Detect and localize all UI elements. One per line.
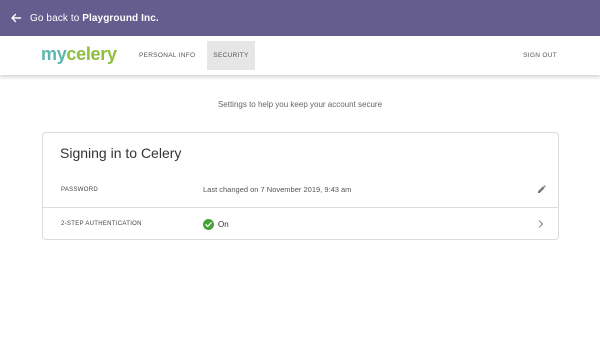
top-bar: Go back to Playground Inc. <box>0 0 600 36</box>
arrow-left-icon[interactable] <box>10 12 22 24</box>
pencil-icon[interactable] <box>536 185 546 195</box>
two-step-auth-status-text: On <box>218 219 229 229</box>
check-circle-icon <box>203 218 214 230</box>
page-subtitle: Settings to help you keep your account s… <box>217 100 383 109</box>
chevron-right-icon[interactable] <box>536 219 546 229</box>
back-link-prefix: Go back to <box>30 12 83 24</box>
card-title: Signing in to Celery <box>60 145 182 161</box>
logo-celery: celery <box>66 44 117 64</box>
mycelery-logo[interactable]: mycelery <box>41 44 117 65</box>
signing-in-card: Signing in to Celery PASSWORD Last chang… <box>42 132 559 240</box>
two-step-auth-row[interactable]: 2-STEP AUTHENTICATION On <box>43 207 558 240</box>
tab-personal-info[interactable]: PERSONAL INFO <box>131 41 203 70</box>
back-link[interactable]: Go back to Playground Inc. <box>30 13 159 24</box>
password-row[interactable]: PASSWORD Last changed on 7 November 2019… <box>43 173 558 206</box>
password-last-changed: Last changed on 7 November 2019, 9:43 am <box>203 185 352 194</box>
two-step-auth-status: On <box>203 218 229 230</box>
logo-my: my <box>41 44 67 64</box>
password-label: PASSWORD <box>61 186 98 193</box>
two-step-auth-label: 2-STEP AUTHENTICATION <box>61 221 142 227</box>
navigation-bar: mycelery PERSONAL INFO SECURITY SIGN OUT <box>0 36 600 75</box>
back-link-org: Playground Inc. <box>82 12 159 24</box>
sign-out-button[interactable]: SIGN OUT <box>523 41 557 70</box>
tab-security[interactable]: SECURITY <box>207 41 255 70</box>
